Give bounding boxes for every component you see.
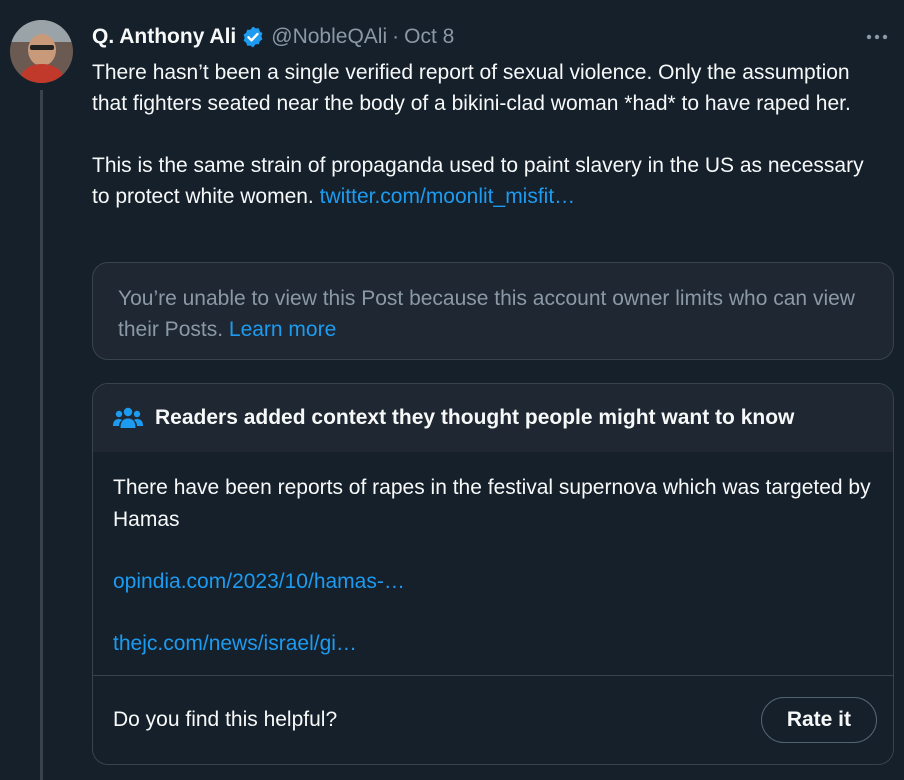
source-link-thejc[interactable]: thejc.com/news/israel/gi… <box>113 632 357 655</box>
learn-more-link[interactable]: Learn more <box>229 318 336 341</box>
more-horizontal-icon <box>866 34 888 40</box>
tweet-header: Q. Anthony Ali @NobleQAli · Oct 8 <box>92 22 454 52</box>
people-group-icon <box>113 407 143 428</box>
tweet-paragraph-1: There hasn’t been a single verified repo… <box>92 61 851 115</box>
author-handle[interactable]: @NobleQAli <box>271 25 387 49</box>
post-date[interactable]: Oct 8 <box>404 25 454 49</box>
community-note-heading: Readers added context they thought peopl… <box>155 406 795 429</box>
meta-separator: · <box>392 25 400 48</box>
tweet-paragraph-2: This is the same strain of propaganda us… <box>92 150 882 212</box>
tweet-body: There hasn’t been a single verified repo… <box>92 57 882 212</box>
unavailable-quoted-post: You’re unable to view this Post because … <box>92 262 894 360</box>
community-note-text: There have been reports of rapes in the … <box>113 476 871 531</box>
author-name[interactable]: Q. Anthony Ali <box>92 25 236 49</box>
quoted-post-link[interactable]: twitter.com/moonlit_misfit… <box>320 185 576 208</box>
more-options-button[interactable] <box>860 20 894 54</box>
source-link-opindia[interactable]: opindia.com/2023/10/hamas-… <box>113 570 405 593</box>
community-note-footer: Do you find this helpful? Rate it <box>93 675 893 764</box>
rate-it-button[interactable]: Rate it <box>760 697 877 743</box>
community-note: Readers added context they thought peopl… <box>92 383 894 765</box>
thread-connector-line <box>40 90 43 780</box>
community-note-header: Readers added context they thought peopl… <box>93 384 893 452</box>
verified-badge-icon <box>243 26 263 48</box>
author-avatar[interactable] <box>10 20 73 83</box>
community-note-body: There have been reports of rapes in the … <box>93 452 893 660</box>
helpful-question: Do you find this helpful? <box>113 708 338 731</box>
